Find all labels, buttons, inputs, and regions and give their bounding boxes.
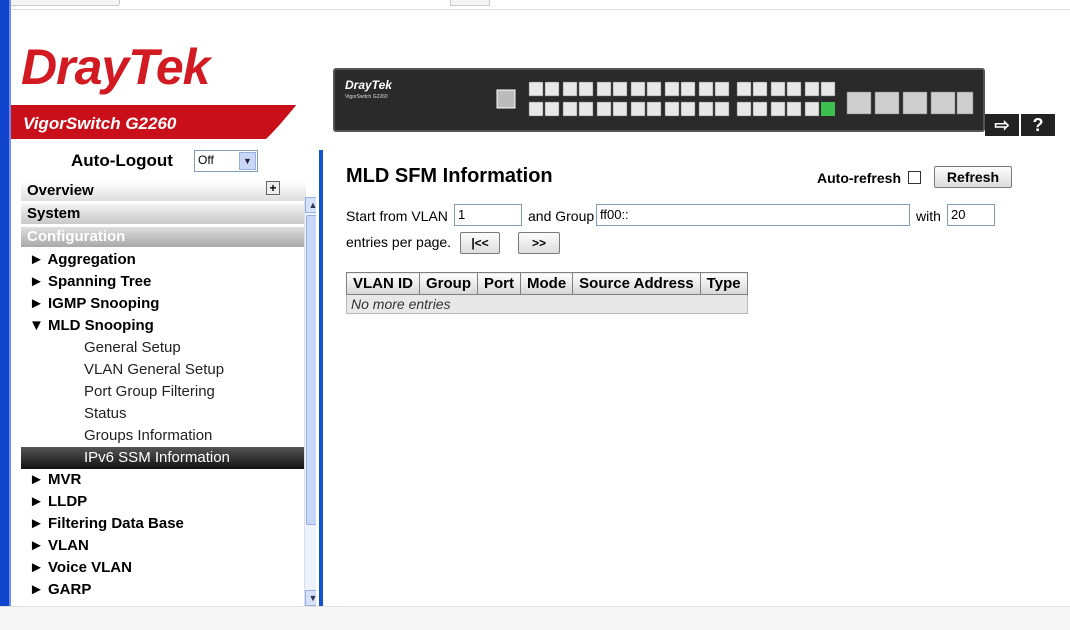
column-header-type: Type (699, 272, 748, 295)
expand-plus-icon[interactable]: + (266, 181, 280, 195)
scrollbar-thumb[interactable] (306, 215, 316, 525)
model-name: VigorSwitch G2260 (23, 114, 177, 133)
column-header-vlan-id: VLAN ID (346, 272, 420, 295)
sidebar-item-general-setup[interactable]: General Setup (21, 337, 306, 359)
column-header-port: Port (477, 272, 521, 295)
window-bottom-area (0, 606, 1070, 630)
sfm-info-table: VLAN ID Group Port Mode Source Address T… (346, 272, 748, 314)
app-header: DrayTek VigorSwitch G2260 DrayTek VigorS… (11, 10, 1070, 140)
scroll-up-icon[interactable]: ▲ (305, 197, 316, 213)
sidebar-item-groups-information[interactable]: Groups Information (21, 425, 306, 447)
chevron-down-icon[interactable]: ▼ (239, 152, 256, 170)
sidebar: Auto-Logout Off ▼ Overview + System Conf… (11, 145, 316, 606)
main-content: MLD SFM Information Auto-refresh Refresh… (330, 150, 1060, 606)
sidebar-menu: ► Aggregation ► Spanning Tree ► IGMP Snoop… (21, 249, 306, 601)
sidebar-item-port-group-filtering[interactable]: Port Group Filtering (21, 381, 306, 403)
sidebar-section-configuration[interactable]: Configuration (21, 227, 306, 247)
auto-logout-value: Off (198, 153, 214, 167)
draytek-logo: DrayTek (21, 39, 211, 95)
column-header-source-address: Source Address (572, 272, 701, 295)
entries-per-page-input[interactable]: 20 (947, 204, 995, 226)
browser-window: DrayTek VigorSwitch G2260 DrayTek VigorS… (0, 0, 1070, 630)
sidebar-item-spanning-tree[interactable]: ► Spanning Tree (21, 271, 306, 293)
sidebar-item-vlan[interactable]: ► VLAN (21, 535, 306, 557)
sidebar-item-vlan-general-setup[interactable]: VLAN General Setup (21, 359, 306, 381)
scroll-down-icon[interactable]: ▼ (305, 590, 316, 606)
browser-tab[interactable] (450, 0, 490, 6)
sidebar-item-lldp[interactable]: ► LLDP (21, 491, 306, 513)
sidebar-section-system[interactable]: System (21, 204, 306, 224)
logout-icon[interactable]: ⇨ (985, 114, 1019, 136)
refresh-button[interactable]: Refresh (934, 166, 1012, 188)
start-vlan-label: Start from VLAN (346, 208, 448, 224)
sidebar-item-voice-vlan[interactable]: ► Voice VLAN (21, 557, 306, 579)
table-header-row: VLAN ID Group Port Mode Source Address T… (346, 272, 748, 295)
header-icon-group: ⇨? (985, 114, 1057, 136)
sidebar-section-overview[interactable]: Overview (21, 181, 306, 201)
browser-top-strip (0, 0, 1070, 10)
with-label: with (916, 208, 941, 224)
port-panel-illustration (496, 81, 974, 117)
no-entries-cell: No more entries (346, 294, 748, 314)
start-vlan-input[interactable]: 1 (454, 204, 522, 226)
group-label: and Group (528, 208, 595, 224)
column-header-mode: Mode (519, 272, 574, 295)
sidebar-item-garp[interactable]: ► GARP (21, 579, 306, 601)
sidebar-item-ipv6-ssm-information[interactable]: IPv6 SSM Information (21, 447, 306, 469)
sidebar-item-mvr[interactable]: ► MVR (21, 469, 306, 491)
window-left-edge (0, 0, 9, 630)
page-title: MLD SFM Information (346, 165, 553, 187)
auto-logout-select[interactable]: Off ▼ (194, 150, 258, 172)
device-logo: DrayTek (345, 78, 392, 92)
sidebar-scrollbar[interactable]: ▲ ▼ (304, 197, 316, 606)
help-icon[interactable]: ? (1021, 114, 1055, 136)
auto-refresh-label: Auto-refresh (817, 170, 902, 186)
sidebar-item-status[interactable]: Status (21, 403, 306, 425)
group-input[interactable]: ff00:: (596, 204, 910, 226)
next-page-button[interactable]: >> (518, 232, 560, 254)
table-row: No more entries (346, 294, 748, 314)
device-subtitle: VigorSwitch G2260 (345, 94, 388, 100)
sidebar-item-mld-snooping[interactable]: ▼ MLD Snooping (21, 315, 306, 337)
auto-logout-label: Auto-Logout (71, 151, 173, 170)
sidebar-item-igmp-snooping[interactable]: ► IGMP Snooping (21, 293, 306, 315)
device-front-panel: DrayTek VigorSwitch G2260 (333, 68, 985, 132)
first-page-button[interactable]: |<< (460, 232, 500, 254)
frame-divider (319, 150, 323, 606)
entries-per-page-label: entries per page. (346, 234, 452, 250)
sidebar-item-filtering-data-base[interactable]: ► Filtering Data Base (21, 513, 306, 535)
column-header-group: Group (419, 272, 478, 295)
browser-tab[interactable] (0, 0, 120, 6)
auto-refresh-checkbox[interactable] (908, 171, 921, 184)
sidebar-item-aggregation[interactable]: ► Aggregation (21, 249, 306, 271)
